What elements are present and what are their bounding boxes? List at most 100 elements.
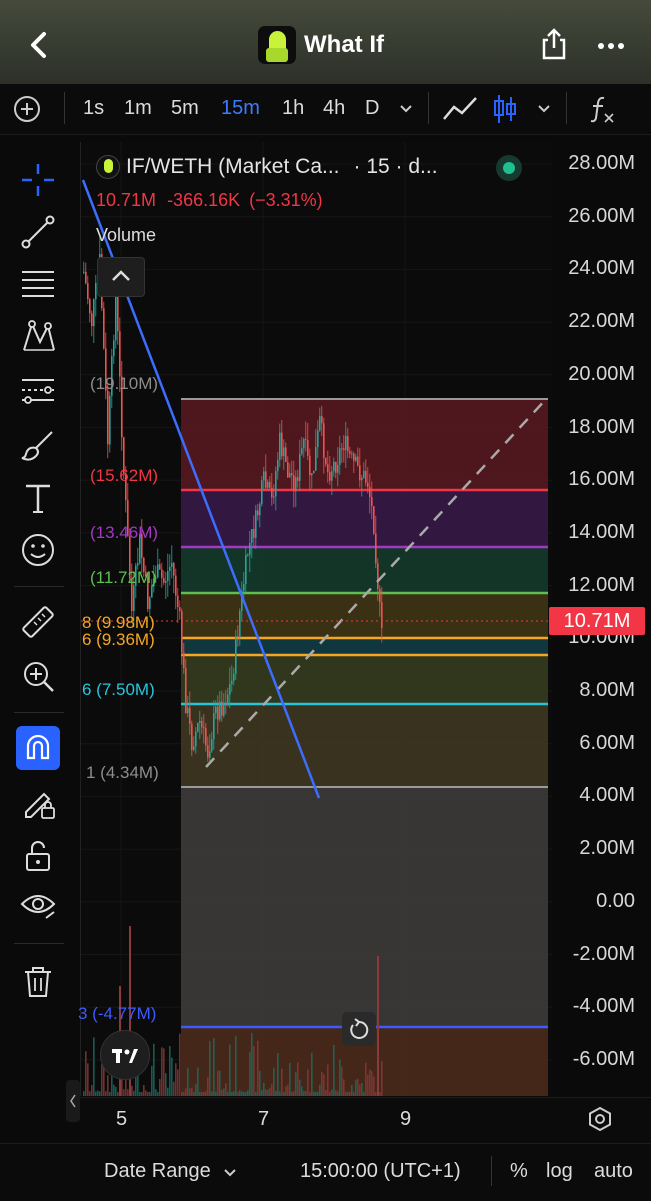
volume-bar xyxy=(289,1062,291,1096)
chevron-down-icon[interactable] xyxy=(398,102,414,114)
date-range-button[interactable]: Date Range xyxy=(104,1160,211,1183)
candlestick-icon[interactable] xyxy=(492,93,518,125)
line-chart-icon[interactable] xyxy=(442,95,478,123)
toolbar-divider xyxy=(428,92,429,124)
fib-retracement-icon[interactable] xyxy=(18,264,58,304)
candle-body xyxy=(341,448,343,450)
collapse-sidebar-button[interactable] xyxy=(66,1080,80,1122)
candle-body xyxy=(93,299,95,327)
share-icon[interactable] xyxy=(540,27,568,61)
candle-body xyxy=(157,564,159,578)
volume-bar xyxy=(159,1079,161,1096)
volume-bar xyxy=(127,1089,129,1096)
volume-bar xyxy=(359,1084,361,1096)
volume-bar xyxy=(217,1070,219,1096)
ruler-icon[interactable] xyxy=(18,602,58,642)
candle-body xyxy=(227,694,229,705)
symbol-header[interactable]: IF/WETH (Market Ca... · 15 · d... xyxy=(96,155,438,179)
forecast-icon[interactable] xyxy=(18,370,58,410)
collapse-legend-button[interactable] xyxy=(97,257,145,297)
volume-bar xyxy=(341,1066,343,1096)
trash-icon[interactable] xyxy=(18,962,58,1002)
lock-drawing-icon[interactable] xyxy=(18,782,58,822)
candle-body xyxy=(357,456,359,466)
chevron-down-icon[interactable] xyxy=(536,102,552,114)
timeframe-1s[interactable]: 1s xyxy=(83,97,104,120)
price-axis-tick: 24.00M xyxy=(568,257,635,280)
back-icon[interactable] xyxy=(26,28,54,62)
settings-icon[interactable] xyxy=(587,1106,613,1132)
candle-body xyxy=(367,482,369,488)
candle-body xyxy=(255,510,257,538)
volume-bar xyxy=(85,1051,87,1096)
log-toggle[interactable]: log xyxy=(546,1160,573,1183)
pattern-icon[interactable] xyxy=(18,316,58,356)
magnet-icon[interactable] xyxy=(18,728,58,768)
emoji-icon[interactable] xyxy=(18,530,58,570)
timeframe-1m[interactable]: 1m xyxy=(124,97,152,120)
percent-toggle[interactable]: % xyxy=(510,1160,528,1183)
text-icon[interactable] xyxy=(18,478,58,518)
timeframe-D[interactable]: D xyxy=(365,97,379,120)
volume-bar xyxy=(239,1090,241,1096)
fib-level-label: (19.10M) xyxy=(90,374,159,393)
chevron-down-icon[interactable] xyxy=(222,1166,238,1178)
market-status-icon xyxy=(496,155,522,181)
price-axis-tick: 14.00M xyxy=(568,520,635,543)
volume-bar xyxy=(117,1091,119,1096)
candle-body xyxy=(89,299,91,314)
volume-bar xyxy=(299,1079,301,1096)
candle-body xyxy=(85,271,87,284)
timeframe-1h[interactable]: 1h xyxy=(282,97,304,120)
crosshair-icon[interactable] xyxy=(18,160,58,200)
tradingview-logo[interactable] xyxy=(100,1030,150,1080)
add-icon[interactable] xyxy=(12,94,42,124)
candle-body xyxy=(323,423,325,458)
candle-body xyxy=(225,703,227,705)
candle-body xyxy=(195,731,197,747)
volume-bar xyxy=(307,1069,309,1096)
volume-bar xyxy=(351,1085,353,1096)
candle-body xyxy=(259,504,261,516)
price-axis-tick: 28.00M xyxy=(568,152,635,174)
volume-bar xyxy=(245,1092,247,1096)
volume-bar xyxy=(243,1091,245,1096)
candle-body xyxy=(175,575,177,596)
brush-icon[interactable] xyxy=(18,424,58,464)
sidebar-divider xyxy=(14,712,64,713)
reset-chart-button[interactable] xyxy=(342,1012,376,1046)
zoom-in-icon[interactable] xyxy=(18,656,58,696)
timezone-button[interactable]: 15:00:00 (UTC+1) xyxy=(300,1160,461,1183)
candle-body xyxy=(267,481,269,488)
current-price-tag: 10.71M xyxy=(549,607,645,635)
timeframe-5m[interactable]: 5m xyxy=(171,97,199,120)
volume-bar xyxy=(191,1087,193,1096)
volume-bar xyxy=(265,1089,267,1096)
candle-body xyxy=(203,727,205,729)
candle-body xyxy=(151,586,153,598)
volume-bar xyxy=(215,1091,217,1096)
eye-icon[interactable] xyxy=(18,884,58,924)
volume-bar xyxy=(337,1091,339,1096)
trend-line-icon[interactable] xyxy=(18,212,58,252)
timeframe-4h[interactable]: 4h xyxy=(323,97,345,120)
candle-body xyxy=(245,555,247,585)
candle-body xyxy=(231,680,233,685)
volume-bar xyxy=(179,1033,181,1096)
volume-bar xyxy=(133,1090,135,1096)
volume-bar xyxy=(345,1091,347,1096)
candle-body xyxy=(303,439,305,449)
volume-bar xyxy=(313,1091,315,1096)
unlock-icon[interactable] xyxy=(18,836,58,876)
auto-toggle[interactable]: auto xyxy=(594,1160,633,1183)
candle-body xyxy=(163,578,165,583)
candle-body xyxy=(373,506,375,534)
candle-body xyxy=(133,585,135,611)
volume-bar xyxy=(325,1089,327,1096)
candle-body xyxy=(351,453,353,455)
volume-bar xyxy=(319,1084,321,1096)
timeframe-15m[interactable]: 15m xyxy=(221,97,260,120)
indicators-icon[interactable] xyxy=(588,94,616,124)
time-axis[interactable] xyxy=(80,1097,651,1144)
more-icon[interactable] xyxy=(597,38,625,49)
